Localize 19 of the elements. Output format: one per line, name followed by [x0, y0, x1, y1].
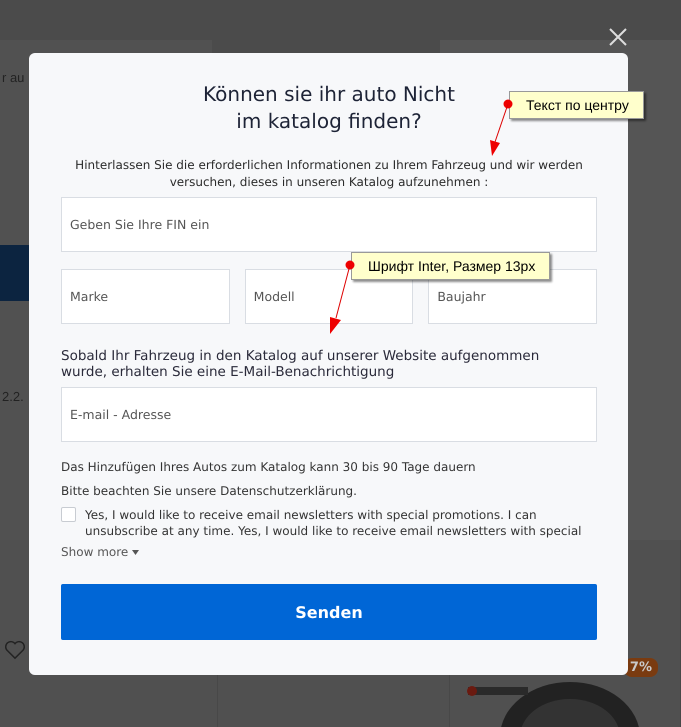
note-text: Das Hinzufügen Ihres Autos zum Katalog kann 30 bis 90 Tage dauern	[61, 459, 477, 475]
heart-icon[interactable]	[4, 640, 26, 660]
background-banner	[0, 245, 30, 301]
submit-button[interactable]: Senden	[61, 584, 597, 640]
email-field[interactable]: E-mail - Adresse	[61, 387, 597, 442]
newsletter-checkbox[interactable]	[61, 507, 76, 522]
input-field[interactable]: Marke	[61, 269, 230, 324]
annotation-arrow	[490, 100, 512, 156]
intro-text: Hinterlassen Sie die erforderlichen Informationen zu Ihrem Fahrzeug und wir werden versuchen, dieses in unseren Katalog aufzunehmen :	[74, 157, 584, 191]
close-button[interactable]	[607, 26, 629, 48]
caret-icon	[132, 550, 140, 554]
modal-title: Können sie ihr auto Nicht im katalog finden?	[203, 81, 455, 135]
show-more-link[interactable]: Show more	[61, 545, 140, 559]
note-text: Bitte beachten Sie unsere Datenschutzerklärung.	[61, 483, 358, 499]
vin-field[interactable]: Geben Sie Ihre FIN ein	[61, 197, 597, 252]
annotation-callout: Шрифт Inter, Размер 13px	[351, 252, 550, 280]
annotation-callout: Текст по центру	[509, 91, 644, 119]
email-label: Sobald Ihr Fahrzeug in den Katalog auf unserer Website aufgenommen wurde, erhalten Sie eine E-Mail-Benachrichtigung	[61, 348, 540, 380]
newsletter-text: Yes, I would like to receive email newsletters with special promotions. I can unsubscribe at any time. Yes, I would like to receive email newsletters with special	[85, 507, 583, 539]
